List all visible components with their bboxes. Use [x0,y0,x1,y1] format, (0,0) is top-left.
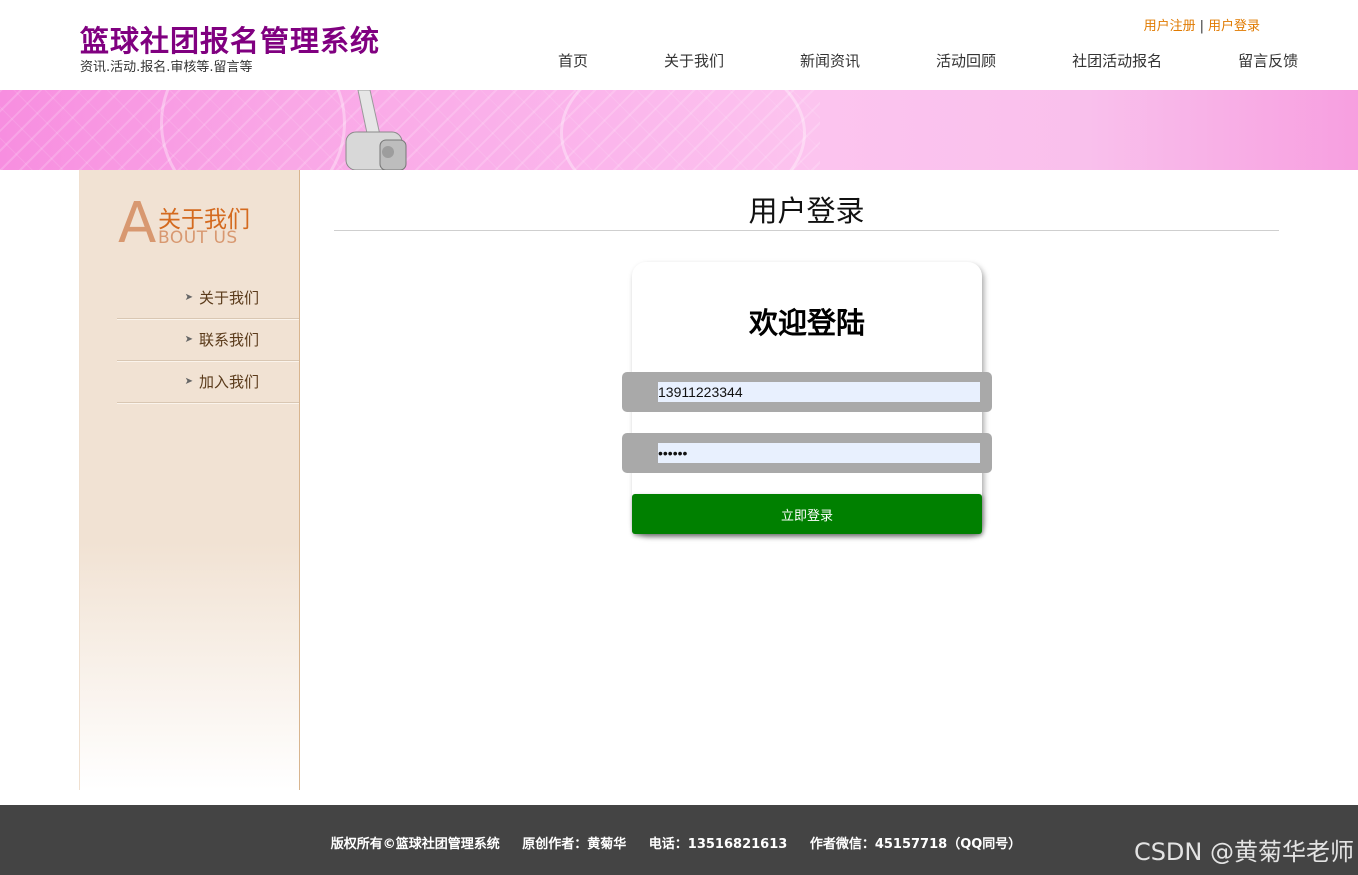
page-title: 用户登录 [748,194,865,228]
chevron-right-icon: ➤ [184,376,193,387]
login-title: 欢迎登陆 [748,306,865,340]
about-us-heading: A 关于我们 BOUT US [118,196,278,256]
sidebar-item-label: 联系我们 [198,331,259,349]
main-nav: 首页 关于我们 新闻资讯 活动回顾 社团活动报名 留言反馈 [520,50,1300,74]
sidebar-item-join[interactable]: ➤ 加入我们 [117,361,299,403]
top-links-separator: | [1199,19,1204,34]
password-input[interactable] [658,443,980,463]
site-header: 篮球社团报名管理系统 资讯.活动.报名.审核等.留言等 用户注册 | 用户登录 首页… [0,0,1358,90]
password-field [622,433,992,473]
footer-wechat: 作者微信：45157718（QQ同号） [809,837,1022,852]
nav-item-feedback[interactable]: 留言反馈 [1200,50,1336,74]
footer-phone: 电话：13516821613 [648,837,788,852]
login-link[interactable]: 用户登录 [1208,19,1260,34]
banner-decoration [160,90,346,170]
sidebar-item-label: 加入我们 [198,373,259,391]
robot-arm-image [345,90,407,170]
username-field [622,372,992,412]
top-links: 用户注册 | 用户登录 [1144,15,1260,34]
login-button[interactable]: 立即登录 [632,494,982,534]
nav-item-news[interactable]: 新闻资讯 [762,50,898,74]
footer-copyright: 版权所有©篮球社团管理系统 [330,837,500,852]
sidebar-item-contact[interactable]: ➤ 联系我们 [117,319,299,361]
site-title: 篮球社团报名管理系统 [80,24,381,58]
nav-item-signup[interactable]: 社团活动报名 [1034,50,1200,74]
nav-item-about[interactable]: 关于我们 [626,50,762,74]
about-us-en: BOUT US [158,228,238,248]
about-us-initial: A [118,191,157,256]
chevron-right-icon: ➤ [184,334,193,345]
site-subtitle: 资讯.活动.报名.审核等.留言等 [80,60,253,75]
sidebar: A 关于我们 BOUT US ➤ 关于我们 ➤ 联系我们 ➤ 加入我们 [79,170,300,790]
banner [0,90,1358,170]
sidebar-item-label: 关于我们 [198,289,259,307]
sidebar-menu: ➤ 关于我们 ➤ 联系我们 ➤ 加入我们 [117,277,299,403]
nav-item-home[interactable]: 首页 [520,50,626,74]
chevron-right-icon: ➤ [184,292,193,303]
banner-decoration [560,90,806,170]
register-link[interactable]: 用户注册 [1144,19,1196,34]
csdn-watermark: CSDN @黄菊华老师 [1133,838,1354,866]
sidebar-item-about[interactable]: ➤ 关于我们 [117,277,299,319]
nav-item-review[interactable]: 活动回顾 [898,50,1034,74]
username-input[interactable] [658,382,980,402]
heading-divider [334,230,1279,231]
footer-author: 原创作者：黄菊华 [522,837,627,852]
